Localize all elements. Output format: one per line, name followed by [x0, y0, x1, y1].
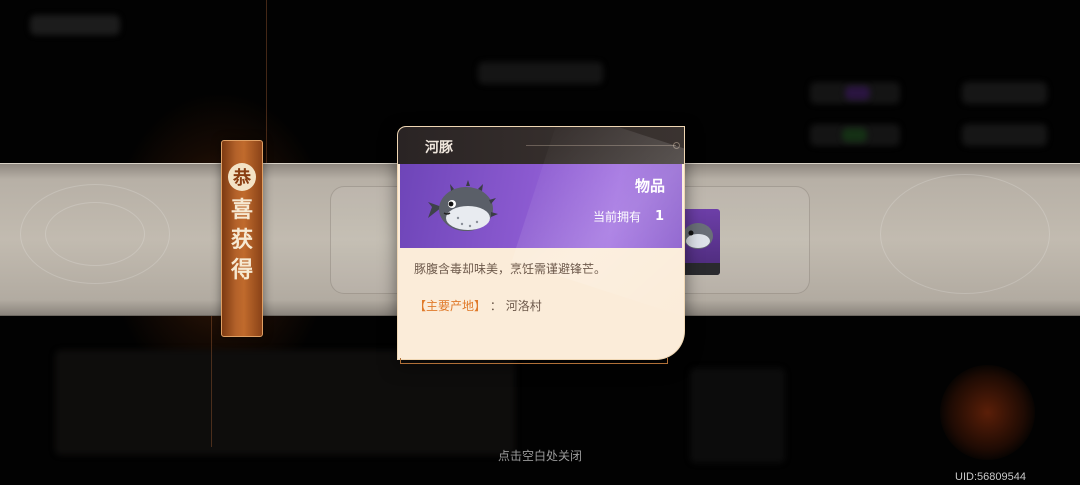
congrats-char-3: 获	[230, 227, 253, 253]
banner-swirl-inner	[45, 202, 145, 266]
origin-value: 河洛村	[505, 299, 542, 313]
origin-separator: ：	[489, 299, 502, 313]
game-screen[interactable]: 恭 喜 获 得 1 河豚	[0, 0, 1080, 485]
player-uid: UID:56809544	[955, 471, 1026, 483]
pufferfish-icon	[428, 180, 498, 231]
congrats-char-4: 得	[230, 257, 253, 283]
item-origin-row: 【主要产地】 ： 河洛村	[414, 297, 542, 314]
item-hero-panel: 物品 当前拥有 1	[400, 127, 684, 320]
background-purple-chip	[845, 86, 870, 100]
background-vertical-line	[266, 0, 267, 163]
item-name: 河豚	[425, 140, 453, 156]
background-heading-blur	[478, 62, 603, 84]
owned-count: 1	[654, 209, 664, 224]
item-description: 豚腹含毒却味美，烹饪需谨避锋芒。	[414, 262, 607, 276]
background-button-blur-2	[962, 124, 1047, 146]
background-orb	[940, 365, 1035, 460]
owned-label: 当前拥有	[592, 210, 641, 224]
congrats-char-2: 喜	[230, 197, 253, 223]
background-green-chip	[842, 128, 867, 142]
congrats-badge: 恭 喜 获 得	[221, 140, 263, 337]
background-title-blur	[30, 15, 120, 35]
close-hint: 点击空白处关闭	[497, 449, 582, 463]
item-detail-card[interactable]: 河豚 物品 当前拥有 1 豚腹含毒却味美，烹饪需谨避锋芒。 【主要产地】 ： 河…	[398, 127, 684, 359]
owned-count-row: 当前拥有 1	[593, 208, 664, 225]
banner-swirl-right	[880, 174, 1050, 294]
item-category: 物品	[634, 177, 665, 195]
card-frame-edge	[400, 358, 668, 364]
congrats-char-1: 恭	[228, 163, 256, 191]
origin-label: 【主要产地】	[414, 299, 487, 313]
background-button-blur	[962, 82, 1047, 104]
background-panel-blur	[55, 350, 515, 455]
